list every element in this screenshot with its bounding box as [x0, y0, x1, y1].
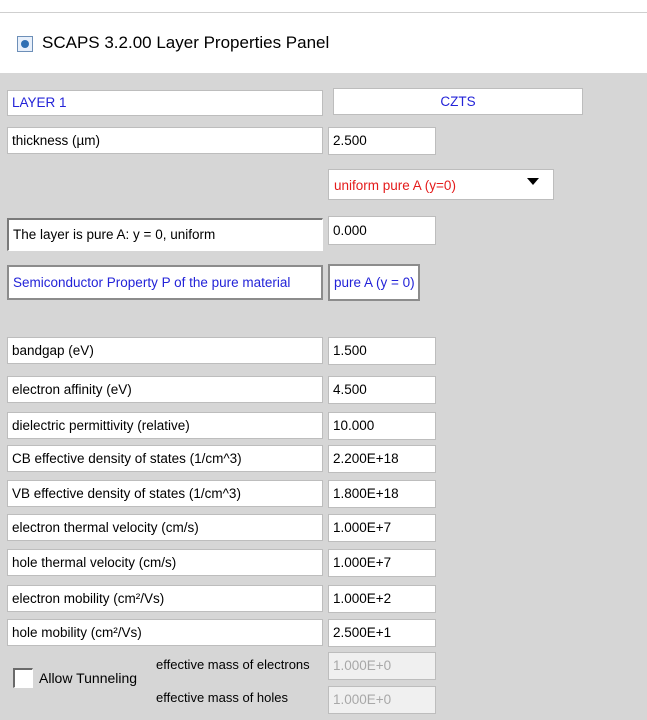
layer-name-field[interactable]: CZTS	[333, 88, 583, 115]
title-bar: SCAPS 3.2.00 Layer Properties Panel	[0, 0, 647, 73]
electron-mass-label: effective mass of electrons	[156, 657, 310, 672]
chevron-down-icon[interactable]	[527, 178, 539, 185]
property-label-electron-affinity: electron affinity (eV)	[7, 376, 323, 403]
allow-tunneling-checkbox[interactable]	[13, 668, 33, 688]
property-label-hole-thermal-velocity: hole thermal velocity (cm/s)	[7, 549, 323, 576]
hole-mass-label: effective mass of holes	[156, 690, 288, 705]
pure-composition-label: The layer is pure A: y = 0, uniform	[7, 218, 323, 251]
hole-mass-input[interactable]: 1.000E+0	[328, 686, 436, 714]
window-top-edge	[0, 12, 647, 13]
property-label-dielectric-permittivity: dielectric permittivity (relative)	[7, 412, 323, 439]
property-input-bandgap[interactable]: 1.500	[328, 337, 436, 365]
property-input-cb-density[interactable]: 2.200E+18	[328, 445, 436, 473]
composition-grading-dropdown[interactable]: uniform pure A (y=0)	[328, 169, 554, 200]
window-title: SCAPS 3.2.00 Layer Properties Panel	[42, 33, 330, 52]
scaps-app-icon	[17, 36, 33, 52]
app-icon-dot	[21, 40, 29, 48]
property-input-electron-thermal-velocity[interactable]: 1.000E+7	[328, 514, 436, 542]
property-label-bandgap: bandgap (eV)	[7, 337, 323, 364]
electron-mass-input[interactable]: 1.000E+0	[328, 652, 436, 680]
property-input-dielectric-permittivity[interactable]: 10.000	[328, 412, 436, 440]
property-label-electron-mobility: electron mobility (cm²/Vs)	[7, 585, 323, 612]
allow-tunneling-label: Allow Tunneling	[39, 670, 138, 686]
property-label-electron-thermal-velocity: electron thermal velocity (cm/s)	[7, 514, 323, 541]
property-input-hole-thermal-velocity[interactable]: 1.000E+7	[328, 549, 436, 577]
property-input-electron-mobility[interactable]: 1.000E+2	[328, 585, 436, 613]
property-label-hole-mobility: hole mobility (cm²/Vs)	[7, 619, 323, 646]
property-label-cb-density: CB effective density of states (1/cm^3)	[7, 445, 323, 472]
property-input-hole-mobility[interactable]: 2.500E+1	[328, 619, 436, 647]
composition-y-input[interactable]: 0.000	[328, 216, 436, 245]
property-label-vb-density: VB effective density of states (1/cm^3)	[7, 480, 323, 507]
thickness-label: thickness (µm)	[7, 127, 323, 154]
layer-number-label: LAYER 1	[7, 90, 323, 116]
composition-dropdown-value: uniform pure A (y=0)	[334, 178, 456, 193]
thickness-input[interactable]: 2.500	[328, 127, 436, 155]
property-input-electron-affinity[interactable]: 4.500	[328, 376, 436, 404]
semiconductor-property-label: Semiconductor Property P of the pure mat…	[7, 265, 323, 300]
property-input-vb-density[interactable]: 1.800E+18	[328, 480, 436, 508]
property-material-selector[interactable]: pure A (y = 0)	[328, 264, 420, 301]
